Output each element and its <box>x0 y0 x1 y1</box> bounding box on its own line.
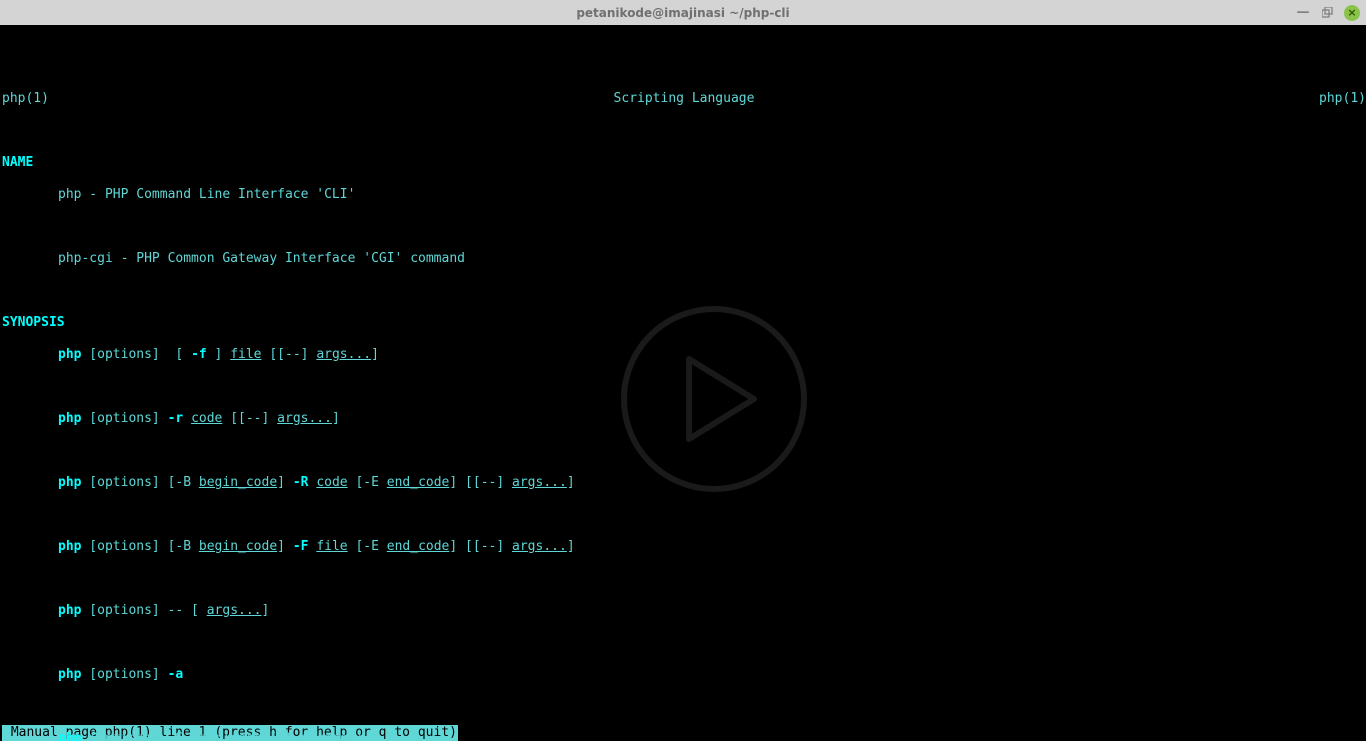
window-controls: — × <box>1296 5 1360 21</box>
name-line-1: php - PHP Command Line Interface 'CLI' <box>2 187 1366 203</box>
synopsis-line-4: php [options] [-B begin_code] -F file [-… <box>2 539 1366 555</box>
synopsis-line-6: php [options] -a <box>2 667 1366 683</box>
maximize-button[interactable] <box>1320 6 1334 20</box>
minimize-button[interactable]: — <box>1296 6 1310 20</box>
window-title: petanikode@imajinasi ~/php-cli <box>576 5 789 21</box>
synopsis-line-3: php [options] [-B begin_code] -R code [-… <box>2 475 1366 491</box>
titlebar: petanikode@imajinasi ~/php-cli — × <box>0 0 1366 25</box>
man-header-right: php(1) <box>1319 91 1366 107</box>
close-button[interactable]: × <box>1344 5 1360 21</box>
name-line-2: php-cgi - PHP Common Gateway Interface '… <box>2 251 1366 267</box>
section-synopsis: SYNOPSIS <box>2 315 1366 331</box>
synopsis-line-7: php [options] -S addr:port [-t docroot] <box>2 731 1366 741</box>
synopsis-line-1: php [options] [ -f ] file [[--] args...] <box>2 347 1366 363</box>
terminal-area[interactable]: php(1) Scripting Language php(1) NAME php … <box>0 25 1366 741</box>
section-name: NAME <box>2 155 1366 171</box>
man-header: php(1) Scripting Language php(1) <box>2 91 1366 107</box>
synopsis-line-5: php [options] -- [ args...] <box>2 603 1366 619</box>
synopsis-line-2: php [options] -r code [[--] args...] <box>2 411 1366 427</box>
man-header-left: php(1) <box>2 91 49 107</box>
man-header-center: Scripting Language <box>614 91 755 107</box>
